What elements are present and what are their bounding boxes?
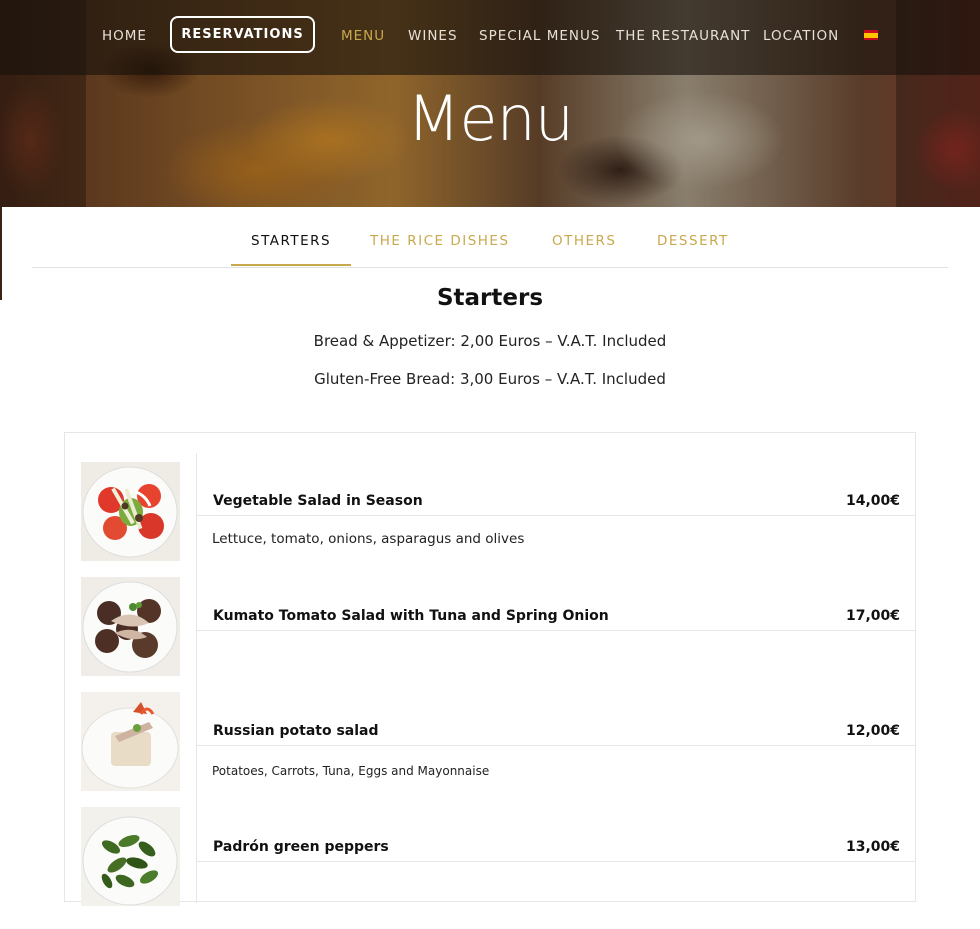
vegetable-salad-image (81, 462, 180, 561)
menu-item: Kumato Tomato Salad with Tuna and Spring… (197, 582, 916, 698)
spanish-flag-icon[interactable] (864, 30, 878, 40)
dish-description: Potatoes, Carrots, Tuna, Eggs and Mayonn… (212, 764, 490, 778)
reservations-button[interactable]: RESERVATIONS (170, 16, 315, 53)
dish-divider (197, 630, 916, 631)
dish-divider (197, 745, 916, 746)
nav-home[interactable]: HOME (102, 28, 147, 44)
tab-starters[interactable]: STARTERS (251, 233, 331, 249)
menu-list-card: Vegetable Salad in Season 14,00€ Lettuce… (64, 432, 916, 906)
gluten-free-bread-note: Gluten-Free Bread: 3,00 Euros – V.A.T. I… (314, 370, 666, 388)
nav-wines[interactable]: WINES (408, 28, 458, 44)
tab-others[interactable]: OTHERS (552, 233, 617, 249)
section-title: Starters (436, 285, 544, 311)
dish-price: 12,00€ (845, 723, 900, 739)
menu-item: Russian potato salad 12,00€ Potatoes, Ca… (197, 697, 916, 813)
nav-location[interactable]: LOCATION (763, 28, 839, 44)
tab-the-rice-dishes[interactable]: THE RICE DISHES (370, 233, 510, 249)
dish-divider (197, 861, 916, 862)
nav-menu[interactable]: MENU (341, 28, 385, 44)
russian-salad-image (81, 692, 180, 791)
dish-description: Lettuce, tomato, onions, asparagus and o… (212, 531, 525, 547)
menu-item: Vegetable Salad in Season 14,00€ Lettuce… (197, 467, 916, 583)
dish-name: Vegetable Salad in Season (213, 493, 423, 509)
bread-price-note: Bread & Appetizer: 2,00 Euros – V.A.T. I… (313, 332, 667, 350)
dish-price: 13,00€ (845, 839, 900, 855)
dish-price: 17,00€ (845, 608, 900, 624)
top-navigation: HOME RESERVATIONS MENU WINES SPECIAL MEN… (0, 0, 980, 75)
active-tab-indicator (231, 264, 351, 266)
hero-banner: HOME RESERVATIONS MENU WINES SPECIAL MEN… (0, 0, 980, 207)
tab-dessert[interactable]: DESSERT (657, 233, 729, 249)
kumato-tuna-salad-image (81, 577, 180, 676)
padron-peppers-image (81, 807, 180, 906)
dish-name: Padrón green peppers (213, 839, 389, 855)
nav-the-restaurant[interactable]: THE RESTAURANT (616, 28, 750, 44)
page-title: Menu (406, 82, 574, 155)
dish-divider (197, 515, 916, 516)
dish-name: Kumato Tomato Salad with Tuna and Spring… (213, 608, 609, 624)
menu-item: Padrón green peppers 13,00€ (197, 813, 916, 929)
dish-price: 14,00€ (845, 493, 900, 509)
menu-category-tabs: STARTERS THE RICE DISHES OTHERS DESSERT (32, 207, 948, 268)
dish-name: Russian potato salad (213, 723, 379, 739)
nav-special-menus[interactable]: SPECIAL MENUS (479, 28, 600, 44)
